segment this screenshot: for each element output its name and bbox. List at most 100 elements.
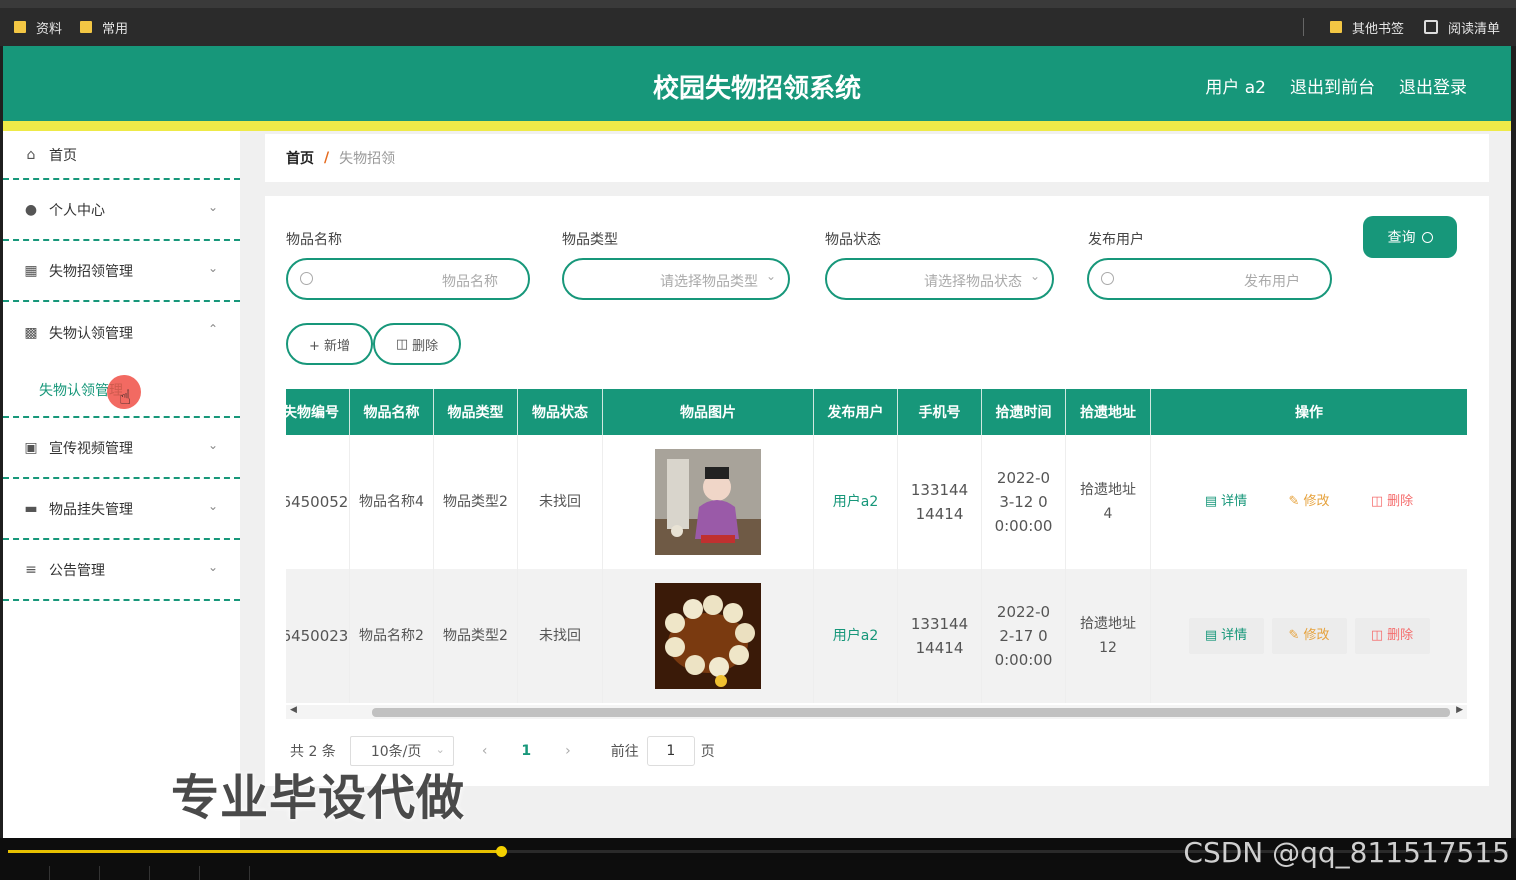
back-to-front-link[interactable]: 退出到前台 [1290,73,1375,98]
query-button[interactable]: 查询 [1363,216,1457,258]
detail-button[interactable]: ▤ 详情 [1188,618,1264,654]
user-filter-input[interactable]: 发布用户 [1087,258,1332,300]
other-bookmarks[interactable]: 其他书签 [1329,18,1404,37]
watermark-text: 专业毕设代做 [171,770,466,826]
logout-link[interactable]: 退出登录 [1399,73,1467,98]
edit-button[interactable]: ✎ 修改 [1271,618,1347,654]
document-icon: ▤ [1204,628,1218,643]
sidebar-item-claim[interactable]: ▩ 失物认领管理 ⌃ [3,302,240,363]
search-icon [300,272,313,285]
reading-list-icon[interactable] [1423,20,1438,34]
bookmark-folder-1[interactable]: 常用 [80,18,128,37]
placeholder: 请选择物品类型 [660,274,758,290]
sidebar-item-report-loss[interactable]: ▬ 物品挂失管理 ⌄ [3,479,240,540]
horizontal-scrollbar[interactable]: ◀ ▶ [286,705,1467,719]
sidebar-item-label: 物品挂失管理 [49,501,133,518]
delete-button[interactable]: ◫ 删除 [1354,618,1430,654]
goto-page-input[interactable]: 1 [646,736,695,766]
status-filter-select[interactable]: 请选择物品状态 ⌄ [825,258,1054,300]
cell-operations: ▤ 详情 ✎ 修改 ◫ 删除 [1151,435,1467,569]
sidebar-item-personal[interactable]: ● 个人中心 ⌄ [3,180,240,241]
sidebar-item-label: 公告管理 [49,562,105,579]
control-slot[interactable] [50,866,100,880]
sidebar-item-label: 宣传视频管理 [49,440,133,457]
chevron-down-icon: ⌄ [765,269,776,283]
control-slot[interactable] [200,866,250,880]
page-suffix: 页 [700,744,715,760]
main-content: 首页 / 失物招领 物品名称 物品名称 物品类型 请选择物品类型 ⌄ 物品状态 … [240,131,1511,838]
sidebar-item-label: 个人中心 [49,202,105,219]
search-icon [1101,272,1114,285]
reading-list-label[interactable]: 阅读清单 [1448,18,1500,37]
pencil-icon: ✎ [1288,628,1300,643]
trash-icon: ◫ [1370,494,1384,509]
video-icon: ▣ [24,439,38,456]
app-window: 校园失物招领系统 用户 a2 退出到前台 退出登录 ⌂ 首页 ● 个人中心 ⌄ … [3,46,1511,838]
delete-label: 删除 [1387,494,1414,509]
delete-button[interactable]: ◫ 删除 [1355,484,1430,520]
table-row: 1645002313680 物品名称2 物品类型2 未找回 [286,569,1467,703]
type-filter-label: 物品类型 [562,232,618,248]
control-slot[interactable] [150,866,200,880]
user-filter-label: 发布用户 [1088,232,1144,248]
cell-phone: 13314414414 [898,569,982,703]
chevron-down-icon: ⌄ [207,438,218,452]
column-header: 物品名称 [350,389,434,435]
column-header: 手机号 [898,389,982,435]
bookmark-folder-0[interactable]: 资料 [14,18,62,37]
name-filter-label: 物品名称 [286,232,342,248]
scrollbar-thumb[interactable] [372,708,1450,717]
scroll-left-icon[interactable]: ◀ [290,705,297,715]
item-image-bracelet[interactable] [655,583,761,689]
bookmarks-bar: 资料 常用 其他书签 阅读清单 [0,8,1516,46]
item-image-doll[interactable] [655,449,761,555]
list-icon: ≡ [25,561,37,578]
cell-type: 物品类型2 [434,435,518,569]
cell-type: 物品类型2 [434,569,518,703]
progress-knob[interactable] [496,846,507,857]
cell-user: 用户a2 [814,435,898,569]
sidebar-subitem-claim[interactable]: 失物认领管理 ☝ [3,363,240,418]
delete-label: 删除 [412,338,439,354]
next-page-icon[interactable]: › [565,743,571,759]
edit-label: 修改 [1303,494,1330,509]
control-slot[interactable] [0,866,50,880]
sidebar-item-label: 失物招领管理 [49,263,133,280]
detail-button[interactable]: ▤ 详情 [1189,484,1264,520]
monitor-icon: ▬ [24,500,38,517]
folder-icon [1329,21,1342,33]
chevron-up-icon: ⌃ [207,322,218,336]
user-icon: ● [24,201,38,218]
control-slot[interactable] [100,866,150,880]
goto-label: 前往 [610,744,639,760]
column-header: 物品图片 [603,389,814,435]
list-panel: 物品名称 物品名称 物品类型 请选择物品类型 ⌄ 物品状态 请选择物品状态 ⌄ … [265,196,1489,786]
edit-button[interactable]: ✎ 修改 [1272,484,1347,520]
accent-bar [3,121,1511,131]
book-icon: ▩ [24,324,38,341]
sidebar-item-notice[interactable]: ≡ 公告管理 ⌄ [3,540,240,601]
sidebar-item-lost-found[interactable]: ▦ 失物招领管理 ⌄ [3,241,240,302]
name-filter-input[interactable]: 物品名称 [286,258,530,300]
breadcrumb-home[interactable]: 首页 [286,148,314,168]
type-filter-select[interactable]: 请选择物品类型 ⌄ [562,258,790,300]
prev-page-icon[interactable]: ‹ [482,743,488,759]
current-user-link[interactable]: 用户 a2 [1205,73,1266,98]
column-header: 物品类型 [434,389,518,435]
scroll-right-icon[interactable]: ▶ [1456,705,1463,715]
column-header: 拾遗时间 [982,389,1066,435]
sidebar-item-video[interactable]: ▣ 宣传视频管理 ⌄ [3,418,240,479]
add-button[interactable]: + 新增 [286,323,373,365]
sidebar-item-label: 首页 [49,147,77,164]
browser-tabstrip [0,0,1516,8]
page-number[interactable]: 1 [521,743,531,759]
query-label: 查询 [1387,230,1416,246]
sidebar-item-home[interactable]: ⌂ 首页 [3,131,240,180]
cell-user: 用户a2 [814,569,898,703]
folder-icon [14,21,26,33]
batch-delete-button[interactable]: ◫ 删除 [373,323,461,365]
chevron-down-icon: ⌄ [207,261,218,275]
goto-value: 1 [666,743,676,759]
table-row: 1645005250379 物品名称4 物品类型2 未找回 [286,435,1467,569]
cell-image [603,435,814,569]
